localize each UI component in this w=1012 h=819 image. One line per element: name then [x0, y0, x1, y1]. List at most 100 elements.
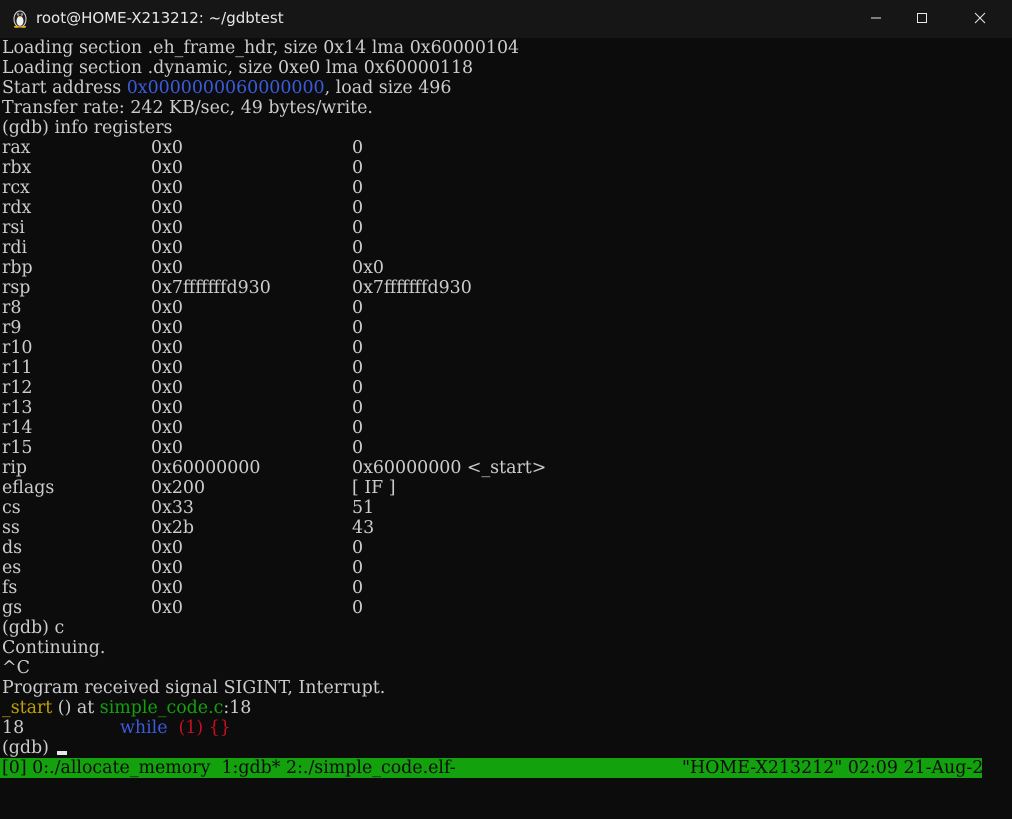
register-name: rip: [2, 458, 28, 478]
register-row: rbp 0x0 0x0: [2, 258, 702, 278]
minimize-icon: [871, 17, 881, 19]
register-hex-value: 0x0: [151, 558, 183, 578]
register-row: eflags 0x200 [ IF ]: [2, 478, 702, 498]
register-name: rbp: [2, 258, 33, 278]
window-title: root@HOME-X213212: ~/gdbtest: [36, 9, 284, 27]
register-row: rcx 0x0 0: [2, 178, 702, 198]
register-natural-value: 0: [352, 158, 364, 178]
output-line: Loading section .eh_frame_hdr, size 0x14…: [2, 38, 520, 58]
gdb-prompt-line[interactable]: (gdb): [2, 738, 67, 758]
register-hex-value: 0x200: [151, 478, 206, 498]
register-name: ds: [2, 538, 23, 558]
tmux-window-list[interactable]: [0] 0:./allocate_memory 1:gdb* 2:./simpl…: [2, 758, 456, 778]
register-name: r13: [2, 398, 33, 418]
register-row: rip 0x60000000 0x60000000 <_start>: [2, 458, 702, 478]
register-hex-value: 0x0: [151, 178, 183, 198]
text-cursor: [56, 751, 67, 755]
register-hex-value: 0x60000000: [151, 458, 261, 478]
register-natural-value: 0: [352, 558, 364, 578]
register-natural-value: 43: [352, 518, 375, 538]
signal-line: Program received signal SIGINT, Interrup…: [2, 678, 386, 698]
register-row: rsp 0x7fffffffd930 0x7fffffffd930: [2, 278, 702, 298]
gdb-command-line: (gdb) info registers: [2, 118, 173, 138]
register-hex-value: 0x0: [151, 438, 183, 458]
register-row: ds 0x0 0: [2, 538, 702, 558]
register-name: rdx: [2, 198, 32, 218]
register-natural-value: 0: [352, 398, 364, 418]
start-address-suffix: , load size 496: [324, 78, 452, 98]
close-button[interactable]: [957, 0, 1003, 36]
register-natural-value: 0: [352, 178, 364, 198]
register-name: ss: [2, 518, 20, 538]
maximize-icon: [917, 13, 927, 23]
register-natural-value: 0: [352, 338, 364, 358]
register-name: r15: [2, 438, 33, 458]
register-hex-value: 0x0: [151, 338, 183, 358]
start-address-prefix: Start address: [2, 78, 127, 98]
register-row: rax 0x0 0: [2, 138, 702, 158]
terminal-output[interactable]: Loading section .eh_frame_hdr, size 0x14…: [0, 38, 1012, 819]
tmux-status-bar: [0] 0:./allocate_memory 1:gdb* 2:./simpl…: [0, 758, 994, 778]
frame-line: _start () at simple_code.c:18: [2, 698, 251, 718]
register-name: eflags: [2, 478, 55, 498]
source-keyword: while: [120, 718, 168, 738]
register-name: r11: [2, 358, 33, 378]
register-name: r8: [2, 298, 22, 318]
source-line: 18 while (1) {}: [2, 718, 231, 738]
register-natural-value: 0: [352, 358, 364, 378]
register-hex-value: 0x0: [151, 538, 183, 558]
register-hex-value: 0x0: [151, 298, 183, 318]
minimize-button[interactable]: [853, 0, 899, 36]
register-row: r8 0x0 0: [2, 298, 702, 318]
gdb-prompt: (gdb): [2, 738, 55, 758]
close-icon: [974, 12, 986, 24]
register-row: es 0x0 0: [2, 558, 702, 578]
register-natural-value: 0: [352, 138, 364, 158]
register-hex-value: 0x0: [151, 578, 183, 598]
register-hex-value: 0x0: [151, 398, 183, 418]
register-hex-value: 0x0: [151, 318, 183, 338]
register-hex-value: 0x7fffffffd930: [151, 278, 271, 298]
register-natural-value: 0: [352, 418, 364, 438]
register-natural-value: 51: [352, 498, 375, 518]
frame-function-name: _start: [2, 698, 53, 718]
register-name: es: [2, 558, 22, 578]
register-row: r11 0x0 0: [2, 358, 702, 378]
register-name: rsi: [2, 218, 25, 238]
source-line-number: 18: [2, 718, 25, 738]
register-hex-value: 0x0: [151, 598, 183, 618]
source-rest: (1) {}: [173, 718, 231, 738]
register-row: r14 0x0 0: [2, 418, 702, 438]
register-name: r9: [2, 318, 22, 338]
register-natural-value: 0x7fffffffd930: [352, 278, 472, 298]
register-row: r13 0x0 0: [2, 398, 702, 418]
register-name: r14: [2, 418, 33, 438]
register-name: gs: [2, 598, 23, 618]
register-hex-value: 0x2b: [151, 518, 195, 538]
register-hex-value: 0x0: [151, 198, 183, 218]
register-natural-value: 0: [352, 438, 364, 458]
gdb-command-line: (gdb) c: [2, 618, 65, 638]
register-natural-value: 0x0: [352, 258, 384, 278]
register-name: rcx: [2, 178, 30, 198]
register-natural-value: 0: [352, 298, 364, 318]
register-hex-value: 0x0: [151, 378, 183, 398]
register-name: r10: [2, 338, 33, 358]
frame-line-number: :18: [223, 698, 252, 718]
maximize-button[interactable]: [899, 0, 945, 36]
start-address-value: 0x0000000060000000: [126, 78, 325, 98]
register-row: r12 0x0 0: [2, 378, 702, 398]
frame-file-name: simple_code.c: [99, 698, 224, 718]
title-bar[interactable]: root@HOME-X213212: ~/gdbtest: [0, 0, 1012, 38]
start-address-line: Start address 0x0000000060000000, load s…: [2, 78, 451, 98]
register-hex-value: 0x0: [151, 258, 183, 278]
register-row: rsi 0x0 0: [2, 218, 702, 238]
terminal-window: root@HOME-X213212: ~/gdbtest Loading sec…: [0, 0, 1012, 819]
transfer-rate-line: Transfer rate: 242 KB/sec, 49 bytes/writ…: [2, 98, 373, 118]
register-name: r12: [2, 378, 33, 398]
register-row: r15 0x0 0: [2, 438, 702, 458]
output-line: Loading section .dynamic, size 0xe0 lma …: [2, 58, 474, 78]
register-name: cs: [2, 498, 21, 518]
register-hex-value: 0x33: [151, 498, 195, 518]
register-hex-value: 0x0: [151, 218, 183, 238]
